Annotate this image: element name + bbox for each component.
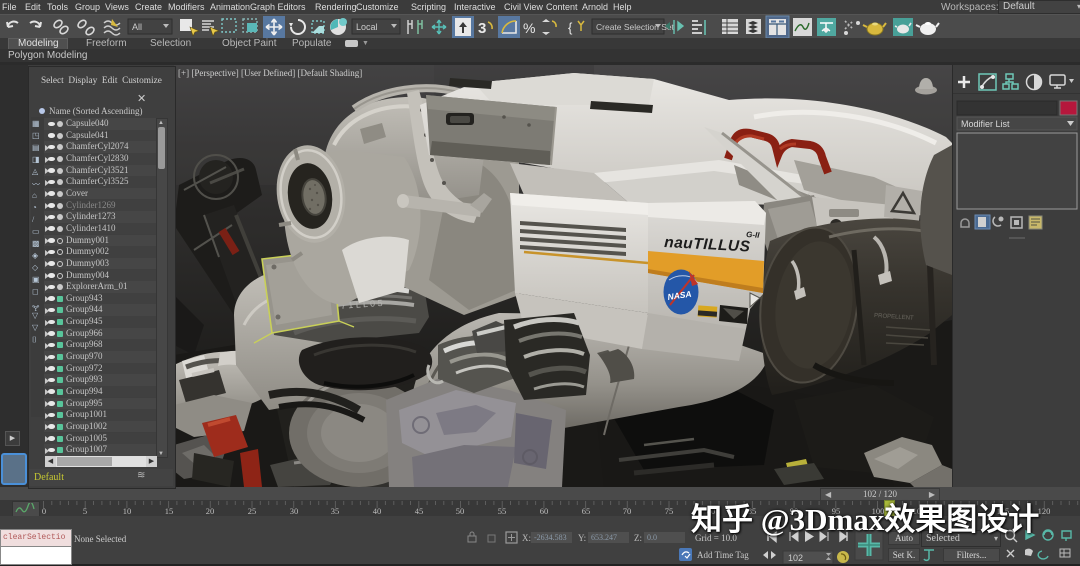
svg-text:Modifier List: Modifier List bbox=[961, 119, 1010, 129]
svg-text:All: All bbox=[132, 22, 142, 32]
svg-text:{: { bbox=[568, 20, 573, 35]
svg-text:3: 3 bbox=[478, 20, 486, 37]
svg-text:Create Selection Set: Create Selection Set bbox=[596, 22, 675, 32]
svg-text:%: % bbox=[523, 20, 535, 36]
svg-text:Local: Local bbox=[356, 22, 378, 32]
svg-text:G-II: G-II bbox=[746, 230, 761, 240]
svg-text:102: 102 bbox=[788, 553, 803, 563]
